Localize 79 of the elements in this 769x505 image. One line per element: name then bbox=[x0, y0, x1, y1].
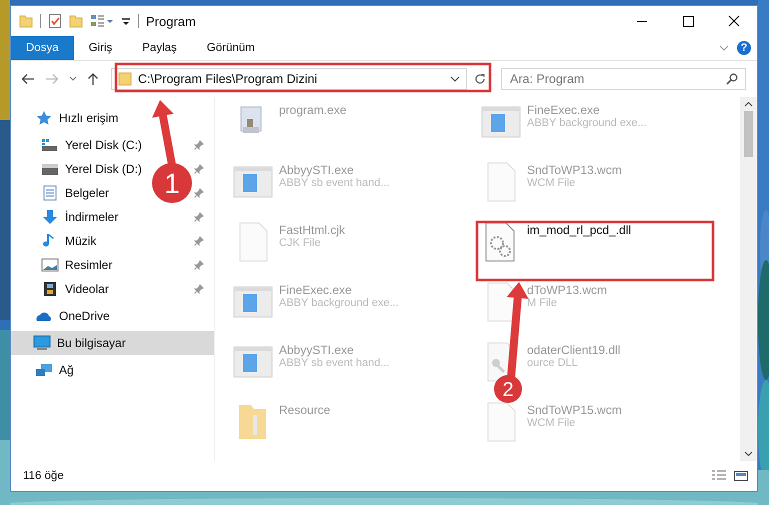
file-name: im_mod_rl_pcd_.dll bbox=[527, 223, 632, 237]
pin-icon[interactable] bbox=[194, 260, 204, 270]
file-type: ABBY sb event hand... bbox=[279, 177, 390, 189]
sidebar-item[interactable]: Yerel Disk (D:) bbox=[11, 157, 142, 181]
drive-icon bbox=[41, 161, 59, 177]
sidebar-item[interactable]: Bu bilgisayar bbox=[11, 331, 214, 355]
file-name: Resource bbox=[279, 403, 330, 417]
file-item[interactable]: im_mod_rl_pcd_.dll bbox=[481, 221, 632, 263]
scroll-thumb[interactable] bbox=[744, 111, 753, 157]
drive-icon bbox=[41, 137, 59, 153]
window-title: Program bbox=[146, 14, 196, 28]
address-bar[interactable]: C:\Program Files\Program Dizini bbox=[111, 68, 467, 90]
expand-ribbon-icon[interactable] bbox=[719, 45, 729, 51]
ribbon-tab[interactable]: Görünüm bbox=[192, 36, 270, 60]
address-text: C:\Program Files\Program Dizini bbox=[138, 72, 318, 86]
dropdown-caret-icon[interactable] bbox=[450, 76, 460, 82]
new-folder-icon[interactable] bbox=[69, 14, 83, 28]
number-badge: 2 bbox=[494, 375, 522, 403]
file-type: M File bbox=[527, 297, 558, 309]
pin-icon[interactable] bbox=[194, 164, 204, 174]
large-icons-view-icon[interactable] bbox=[733, 469, 749, 483]
search-icon bbox=[726, 73, 738, 85]
scroll-up-icon[interactable] bbox=[744, 101, 753, 107]
sidebar-item[interactable]: Belgeler bbox=[11, 181, 110, 205]
pin-icon[interactable] bbox=[194, 236, 204, 246]
callout-arrow bbox=[152, 100, 176, 166]
ribbon-tab[interactable]: Giriş bbox=[74, 36, 128, 60]
sidebar-item[interactable]: Yerel Disk (C:) bbox=[11, 133, 142, 157]
file-name: AbbyySTI.exe bbox=[279, 163, 355, 177]
sidebar-item[interactable]: İndirmeler bbox=[11, 205, 118, 229]
item-count: 116 öğe bbox=[23, 470, 64, 482]
pin-icon[interactable] bbox=[194, 212, 204, 222]
file-name: SndToWP15.wcm bbox=[527, 403, 622, 417]
network-icon bbox=[35, 362, 53, 378]
sidebar-item[interactable]: Videolar bbox=[11, 277, 109, 301]
file-name: SndToWP13.wcm bbox=[527, 163, 622, 177]
pin-icon[interactable] bbox=[194, 140, 204, 150]
back-icon[interactable] bbox=[21, 73, 35, 85]
down-arrow-icon bbox=[41, 209, 59, 225]
up-icon[interactable] bbox=[87, 72, 99, 86]
monitor-icon bbox=[33, 335, 51, 351]
scrollbar[interactable] bbox=[740, 97, 757, 461]
file-type: ABBY background exe... bbox=[527, 117, 647, 129]
recent-caret-icon[interactable] bbox=[69, 76, 77, 82]
file-name: FineExec.exe bbox=[527, 103, 601, 117]
number-badge: 1 bbox=[152, 163, 192, 203]
pin-icon[interactable] bbox=[194, 284, 204, 294]
file-name: FineExec.exe bbox=[279, 283, 353, 297]
file-name: FastHtml.cjk bbox=[279, 223, 345, 237]
film-icon bbox=[41, 281, 59, 297]
folder-icon[interactable] bbox=[19, 14, 33, 28]
document-icon bbox=[41, 185, 59, 201]
picture-icon bbox=[41, 257, 59, 273]
file-type: ource DLL bbox=[527, 357, 579, 369]
file-name: odaterClient19.dll bbox=[527, 343, 620, 357]
sidebar-item[interactable]: Resimler bbox=[11, 253, 112, 277]
sidebar-item[interactable]: Hızlı erişim bbox=[11, 106, 118, 130]
sidebar-item[interactable]: OneDrive bbox=[11, 304, 110, 328]
file-name: dToWP13.wcm bbox=[527, 283, 608, 297]
file-name: AbbyySTI.exe bbox=[279, 343, 355, 357]
properties-icon[interactable] bbox=[48, 13, 62, 29]
star-icon bbox=[35, 110, 53, 126]
folder-icon bbox=[118, 72, 132, 86]
scroll-down-icon[interactable] bbox=[744, 451, 753, 457]
ribbon-tab[interactable]: Paylaş bbox=[127, 36, 192, 60]
sidebar-item[interactable]: Müzik bbox=[11, 229, 96, 253]
pin-icon[interactable] bbox=[194, 188, 204, 198]
search-field[interactable]: Ara: Program bbox=[501, 68, 746, 90]
ribbon-tab[interactable]: Dosya bbox=[11, 36, 74, 60]
file-type: WCM File bbox=[527, 177, 576, 189]
view-icon[interactable] bbox=[90, 14, 114, 28]
help-button[interactable]: ? bbox=[737, 41, 751, 55]
file-type: ABBY background exe... bbox=[279, 297, 399, 309]
file-type: WCM File bbox=[527, 417, 576, 429]
refresh-icon[interactable] bbox=[473, 72, 487, 86]
file-type: ABBY sb event hand... bbox=[279, 357, 390, 369]
sidebar-item[interactable]: Ağ bbox=[11, 358, 74, 382]
file-name: program.exe bbox=[279, 103, 346, 117]
file-type: CJK File bbox=[279, 237, 322, 249]
